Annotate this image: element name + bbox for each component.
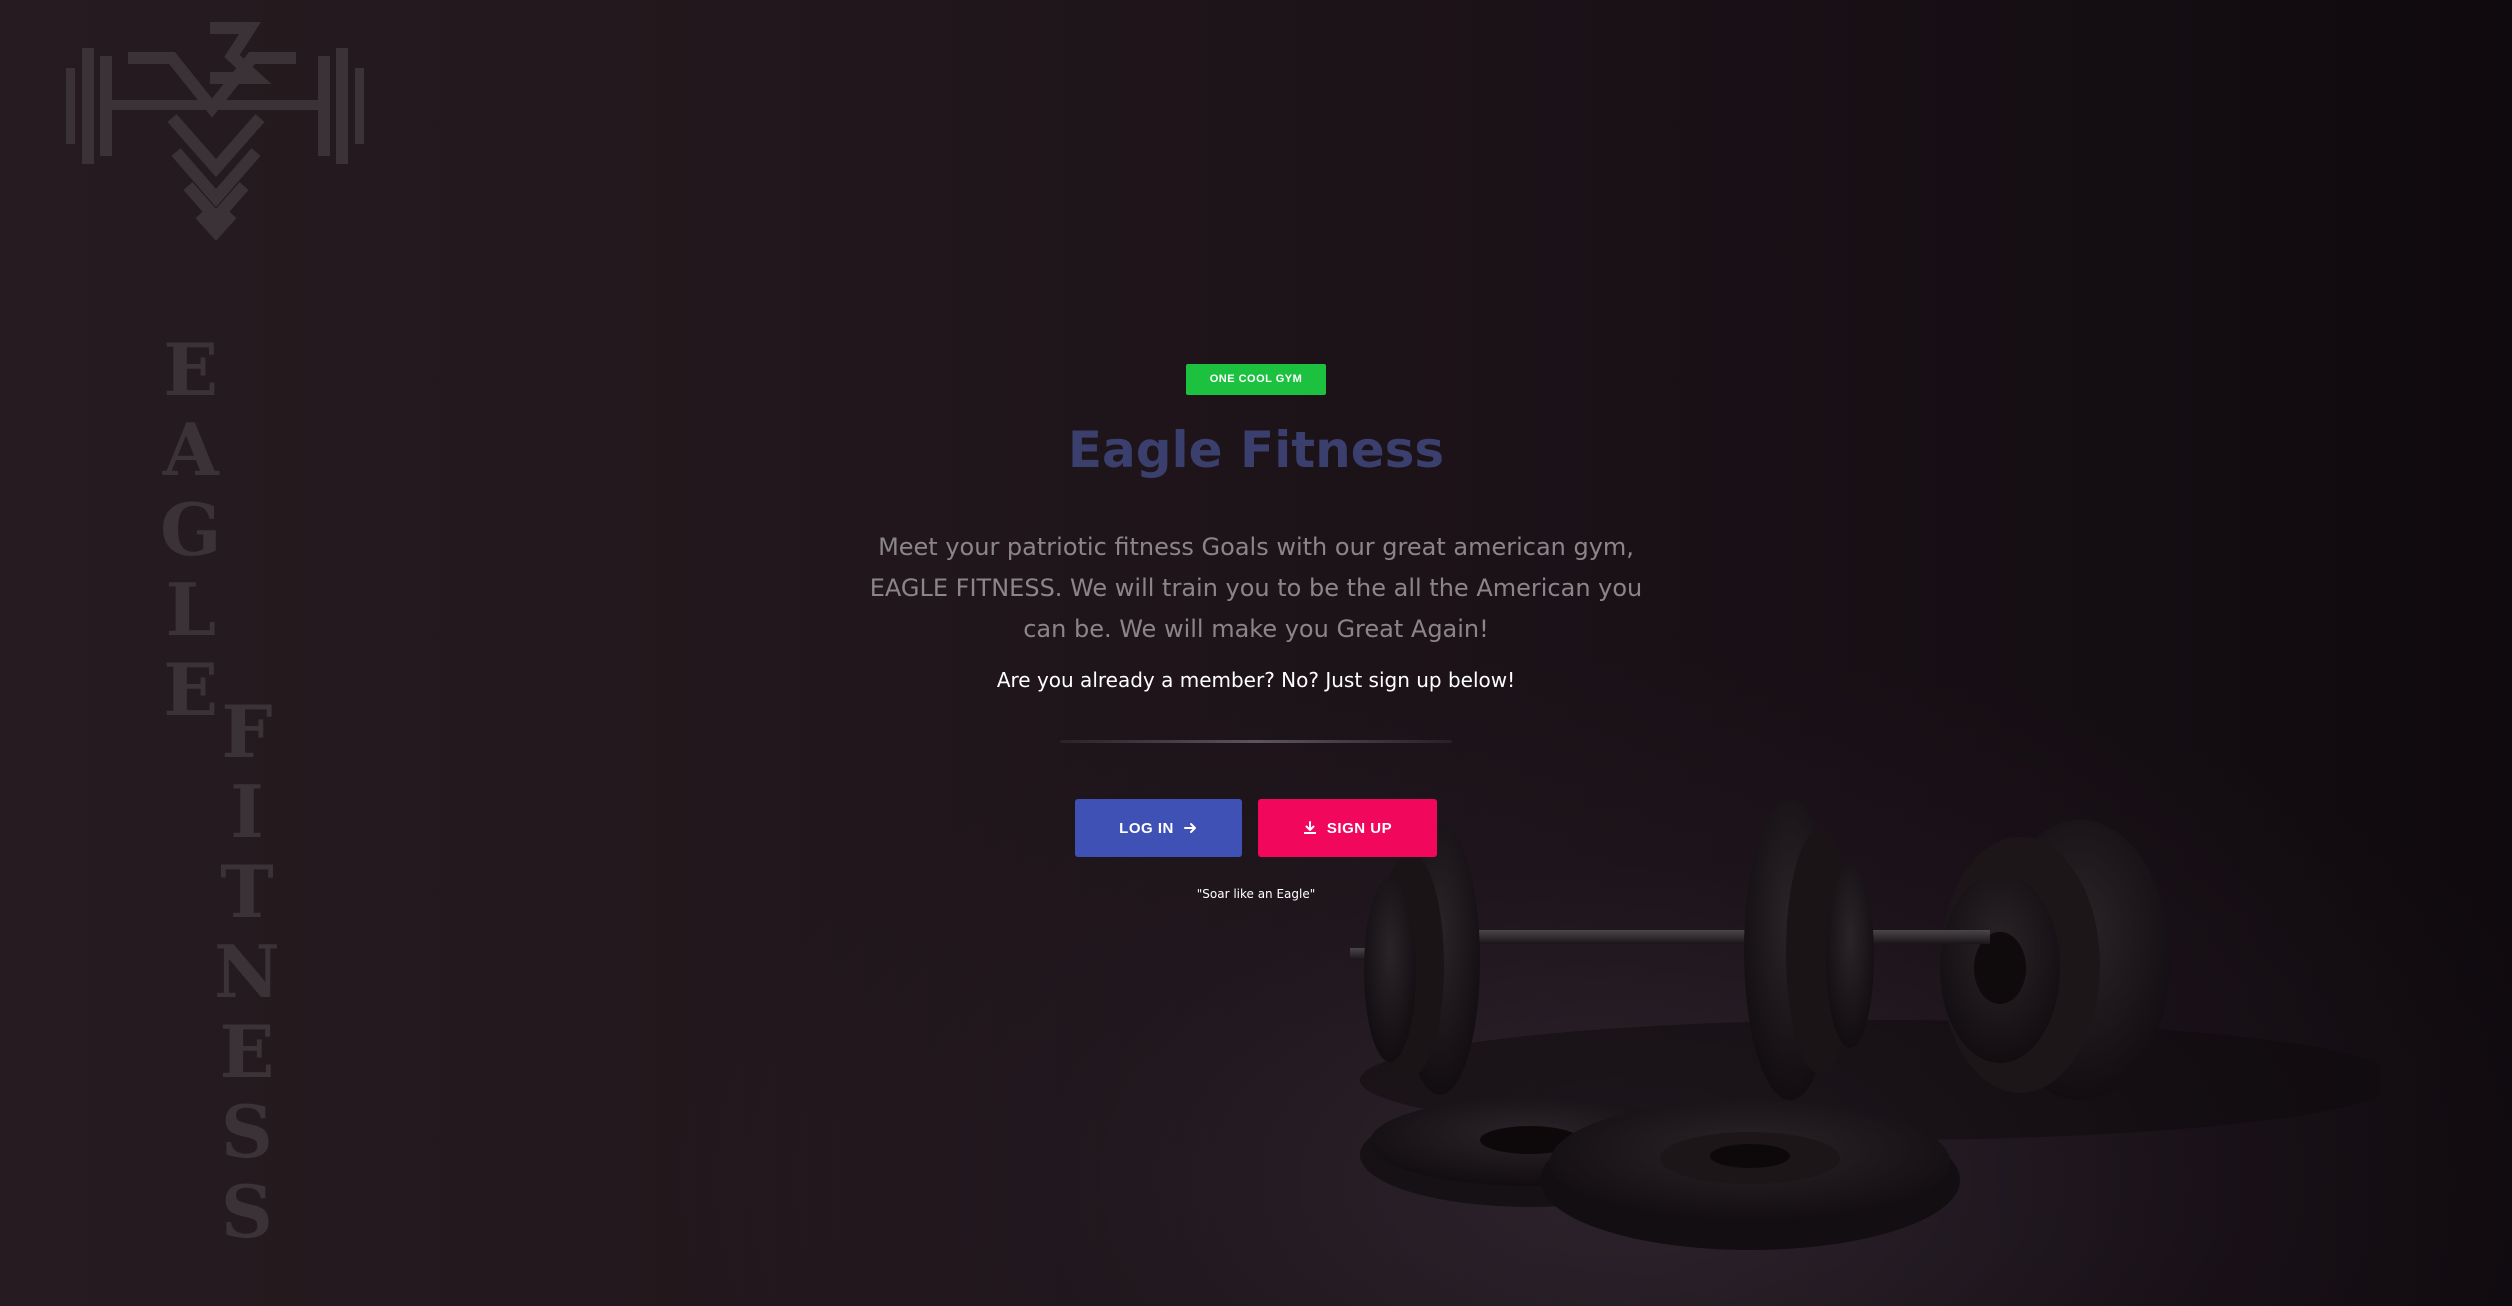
motto-text: "Soar like an Eagle"	[1196, 887, 1316, 901]
hero-section: ONE COOL GYM Eagle Fitness Meet your pat…	[0, 364, 2512, 901]
action-buttons: LOG IN SIGN UP	[1075, 799, 1437, 857]
login-button-label: LOG IN	[1119, 819, 1174, 837]
login-button[interactable]: LOG IN	[1075, 799, 1242, 857]
download-icon	[1303, 821, 1316, 834]
signup-button-label: SIGN UP	[1326, 819, 1393, 837]
membership-prompt: Are you already a member? No? Just sign …	[996, 668, 1516, 692]
eagle-barbell-logo-icon	[66, 22, 364, 242]
signup-button[interactable]: SIGN UP	[1258, 799, 1437, 857]
hero-description: Meet your patriotic fitness Goals with o…	[869, 533, 1643, 643]
divider	[1060, 740, 1452, 743]
tagline-badge: ONE COOL GYM	[1185, 364, 1327, 395]
arrow-right-icon	[1183, 823, 1196, 833]
page-title: Eagle Fitness	[1067, 421, 1445, 479]
landing-page: E A G L E F I T N E S S ONE COOL GYM Eag…	[0, 0, 2512, 1306]
